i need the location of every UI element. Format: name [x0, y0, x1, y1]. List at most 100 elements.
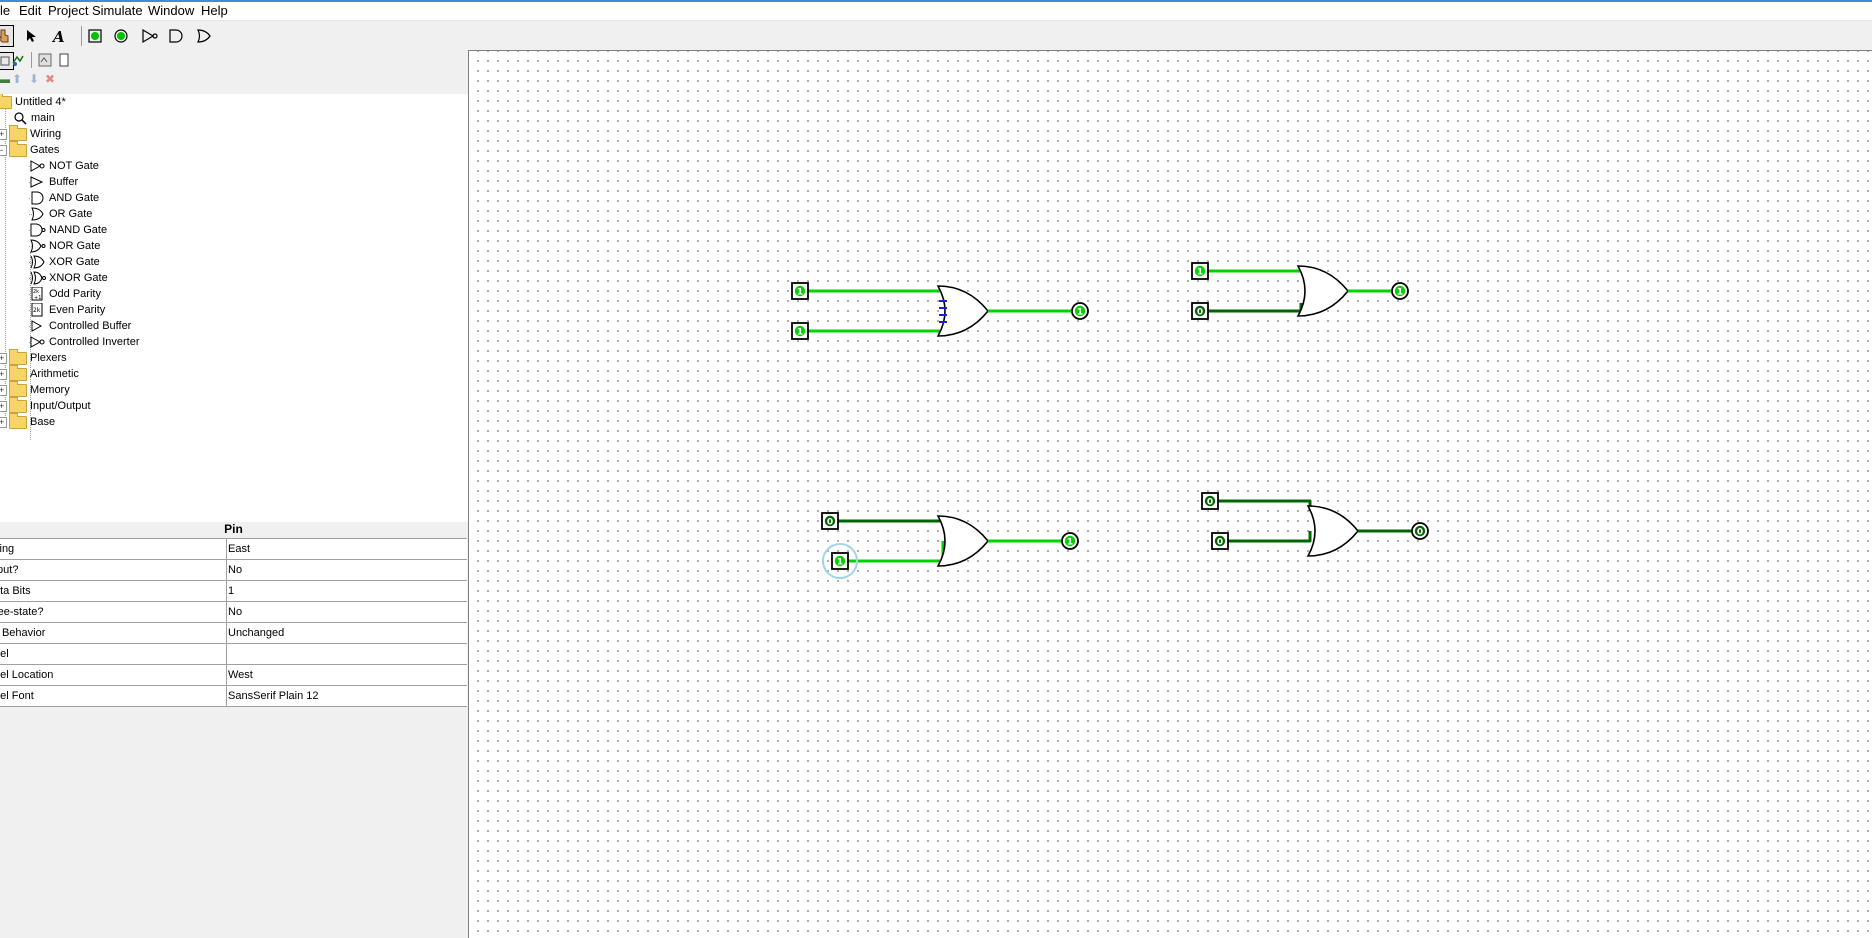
output-pin-value[interactable]: 1: [1397, 287, 1403, 297]
tree-connector: [29, 246, 32, 247]
output-pin-value[interactable]: 0: [1417, 527, 1423, 537]
menu-edit[interactable]: Edit: [19, 3, 41, 19]
attribute-row[interactable]: bel: [0, 644, 467, 665]
expand-icon[interactable]: +: [0, 400, 7, 412]
delete-icon[interactable]: ✖: [45, 72, 55, 86]
tree-item-nand-gate[interactable]: NAND Gate: [29, 222, 107, 238]
or-gate[interactable]: [936, 515, 990, 567]
tree-project[interactable]: Untitled 4*: [0, 94, 66, 110]
tree-connector: [29, 230, 32, 231]
expand-icon[interactable]: +: [0, 128, 7, 140]
attribute-value[interactable]: No: [228, 560, 242, 580]
input-pin-value[interactable]: 0: [827, 517, 833, 527]
poke-tool-icon[interactable]: [0, 25, 14, 47]
tree-item-nor-gate[interactable]: NOR Gate: [29, 238, 100, 254]
tree-item-buffer[interactable]: Buffer: [29, 174, 78, 190]
svg-text:+1: +1: [34, 295, 41, 301]
input-pin-value[interactable]: 1: [837, 557, 843, 567]
attribute-key: ata Bits: [0, 581, 227, 601]
attribute-key-text: ll Behavior: [0, 627, 46, 639]
tree-item-not-gate[interactable]: NOT Gate: [29, 158, 99, 174]
attribute-key: cing: [0, 539, 227, 559]
menu-file[interactable]: le: [0, 3, 10, 19]
main-toolbar: A: [0, 21, 1872, 50]
attribute-key: tput?: [0, 560, 227, 580]
tree-connector: [29, 342, 32, 343]
expand-icon[interactable]: +: [0, 416, 7, 428]
output-pin-value[interactable]: 1: [1067, 537, 1073, 547]
component-tree: Untitled 4* main + Wiring - Gates NOT Ga…: [0, 94, 469, 522]
menu-project[interactable]: Project: [48, 3, 88, 19]
attribute-key-text: tput?: [0, 564, 19, 576]
output-pin-value[interactable]: 1: [1077, 307, 1083, 317]
circuit-drawing[interactable]: 1 1 1 1 0 1 0 1 1 0 0 0: [469, 51, 1872, 938]
not-gate-icon[interactable]: [139, 25, 161, 47]
circuit-canvas[interactable]: 1 1 1 1 0 1 0 1 1 0 0 0: [468, 50, 1872, 938]
appearance-view-icon[interactable]: [56, 52, 72, 68]
tree-item-and-gate[interactable]: AND Gate: [29, 190, 99, 206]
or-gate[interactable]: [1306, 505, 1360, 557]
attribute-value[interactable]: 1: [228, 581, 234, 601]
menu-simulate[interactable]: Simulate: [92, 3, 143, 19]
collapse-icon[interactable]: -: [0, 144, 7, 156]
attribute-row[interactable]: cing East: [0, 539, 467, 560]
menu-help[interactable]: Help: [201, 3, 228, 19]
tree-item-xor-gate[interactable]: XOR Gate: [29, 254, 100, 270]
input-pin-value[interactable]: 1: [1197, 267, 1203, 277]
or-gate[interactable]: [1296, 265, 1350, 317]
tree-connector: [29, 278, 32, 279]
attribute-row[interactable]: ll Behavior Unchanged: [0, 623, 467, 644]
input-pin-icon[interactable]: [84, 25, 106, 47]
tree-connector: [29, 262, 32, 263]
folder-icon: [9, 380, 27, 397]
tree-connector: [29, 214, 32, 215]
tree-folder-gates[interactable]: - Gates: [0, 140, 59, 158]
input-pin-value[interactable]: 1: [797, 327, 803, 337]
attribute-row[interactable]: ata Bits 1: [0, 581, 467, 602]
input-pin-value[interactable]: 0: [1207, 497, 1213, 507]
attribute-value[interactable]: Unchanged: [228, 623, 284, 643]
attribute-value[interactable]: No: [228, 602, 242, 622]
folder-icon: [9, 140, 27, 157]
attribute-key-text: bel Location: [0, 669, 54, 681]
menu-window[interactable]: Window: [148, 3, 194, 19]
attribute-row[interactable]: bel Font SansSerif Plain 12: [0, 686, 467, 707]
attribute-key: bel: [0, 644, 227, 664]
expand-icon[interactable]: +: [0, 368, 7, 380]
select-arrow-icon[interactable]: [20, 25, 42, 47]
input-pin-value[interactable]: 0: [1217, 537, 1223, 547]
tree-item-controlled-inverter[interactable]: Controlled Inverter: [29, 334, 140, 350]
layout-view-icon[interactable]: [37, 52, 53, 68]
tree-folder-base[interactable]: + Base: [0, 412, 55, 430]
attribute-value[interactable]: East: [228, 539, 250, 559]
tree-circuit-main[interactable]: main: [12, 110, 55, 126]
attribute-value[interactable]: West: [228, 665, 253, 685]
and-gate-icon: [31, 191, 44, 205]
output-pin-icon[interactable]: [110, 25, 132, 47]
move-up-icon[interactable]: ⬆: [12, 72, 22, 86]
attribute-row[interactable]: tput? No: [0, 560, 467, 581]
add-circuit-icon[interactable]: ▬: [0, 72, 10, 86]
or-gate-icon[interactable]: [193, 25, 215, 47]
input-pin-value[interactable]: 0: [1197, 307, 1203, 317]
tree-item-odd-parity[interactable]: 2k +1 Odd Parity: [29, 286, 101, 302]
attribute-row[interactable]: bel Location West: [0, 665, 467, 686]
simulation-view-icon[interactable]: [10, 52, 26, 68]
controlled-buffer-icon: [31, 320, 43, 332]
attribute-value[interactable]: SansSerif Plain 12: [228, 686, 319, 706]
tree-item-xnor-gate[interactable]: XNOR Gate: [29, 270, 108, 286]
tree-connector: [29, 326, 32, 327]
attribute-row[interactable]: ree-state? No: [0, 602, 467, 623]
or-gate[interactable]: [936, 285, 990, 337]
expand-icon[interactable]: +: [0, 384, 7, 396]
tree-item-even-parity[interactable]: 2k Even Parity: [29, 302, 105, 318]
text-tool-icon[interactable]: A: [48, 25, 70, 47]
move-down-icon[interactable]: ⬇: [29, 72, 39, 86]
tree-item-controlled-buffer[interactable]: Controlled Buffer: [29, 318, 131, 334]
tree-item-or-gate[interactable]: OR Gate: [29, 206, 92, 222]
attribute-key-text: bel Font: [0, 690, 34, 702]
and-gate-icon[interactable]: [165, 25, 187, 47]
input-pin-value[interactable]: 1: [797, 287, 803, 297]
folder-icon: [9, 396, 27, 413]
expand-icon[interactable]: +: [0, 352, 7, 364]
